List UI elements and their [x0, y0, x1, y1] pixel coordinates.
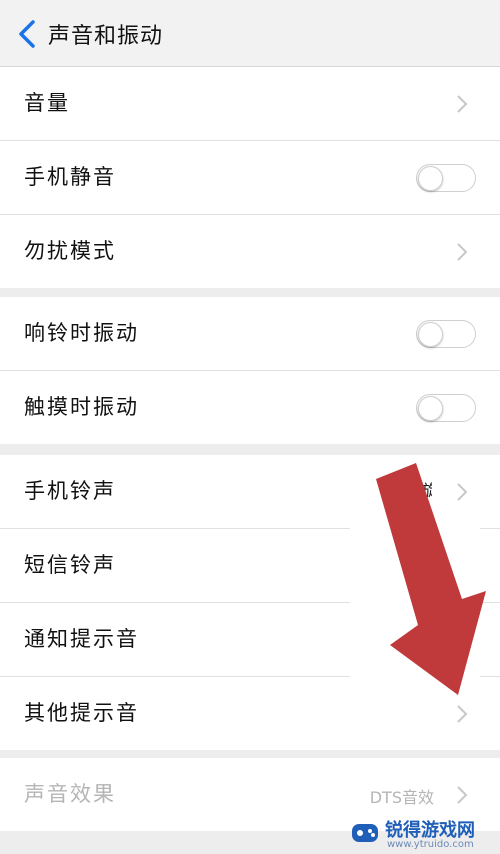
setting-row-other-tones[interactable]: 其他提示音: [0, 677, 500, 750]
watermark: 锐得游戏网 www.ytruido.com: [350, 816, 500, 852]
setting-label: 勿扰模式: [24, 239, 116, 263]
chevron-right-icon: [457, 243, 468, 261]
settings-group-vibration: 响铃时振动 触摸时振动: [0, 297, 500, 444]
setting-label: 声音效果: [24, 782, 116, 806]
setting-row-volume[interactable]: 音量: [0, 67, 500, 141]
nav-bar: 声音和振动: [0, 0, 500, 67]
chevron-right-icon: [457, 483, 468, 501]
setting-label: 触摸时振动: [24, 395, 139, 419]
setting-row-mute: 手机静音: [0, 141, 500, 215]
setting-row-notification-tone[interactable]: 通知提示音: [0, 603, 500, 677]
settings-group-basic: 音量 手机静音 勿扰模式: [0, 67, 500, 288]
watermark-logo-icon: [352, 824, 378, 842]
mute-toggle[interactable]: [416, 164, 476, 192]
page-title: 声音和振动: [48, 24, 164, 49]
chevron-right-icon: [457, 786, 468, 804]
setting-label: 其他提示音: [24, 701, 139, 725]
chevron-right-icon: [457, 705, 468, 723]
setting-row-sms-tone[interactable]: 短信铃声: [0, 529, 500, 603]
setting-row-ringtone[interactable]: 手机铃声 旋: [0, 455, 500, 529]
setting-row-touch-vibrate: 触摸时振动: [0, 371, 500, 444]
setting-label: 短信铃声: [24, 553, 116, 577]
settings-group-ringtones: 手机铃声 旋 短信铃声 通知提示音 其他提示音: [0, 455, 500, 750]
setting-label: 手机铃声: [24, 479, 116, 503]
chevron-right-icon: [457, 557, 468, 575]
toggle-knob: [418, 322, 443, 347]
setting-label: 手机静音: [24, 165, 116, 189]
setting-label: 音量: [24, 91, 70, 115]
chevron-right-icon: [457, 631, 468, 649]
sound-effects-value: DTS音效: [369, 788, 434, 807]
setting-row-do-not-disturb[interactable]: 勿扰模式: [0, 215, 500, 288]
chevron-right-icon: [457, 95, 468, 113]
ring-vibrate-toggle[interactable]: [416, 320, 476, 348]
setting-label: 响铃时振动: [24, 321, 139, 345]
touch-vibrate-toggle[interactable]: [416, 394, 476, 422]
setting-row-ring-vibrate: 响铃时振动: [0, 297, 500, 371]
watermark-url: www.ytruido.com: [387, 839, 474, 850]
setting-label: 通知提示音: [24, 627, 139, 651]
toggle-knob: [418, 166, 443, 191]
back-arrow-icon[interactable]: [16, 19, 38, 49]
ringtone-value: 旋: [422, 481, 432, 500]
toggle-knob: [418, 396, 443, 421]
